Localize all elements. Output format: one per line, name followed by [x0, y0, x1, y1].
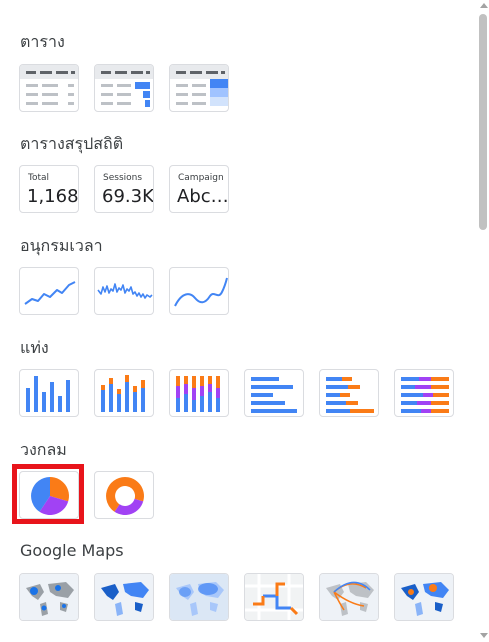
- bubble-map-tile[interactable]: [19, 573, 79, 621]
- heat-map-icon: [170, 574, 228, 620]
- connection-map-tile[interactable]: [319, 573, 379, 621]
- column-chart-tile[interactable]: [19, 369, 79, 417]
- donut-chart-tile[interactable]: [94, 471, 154, 519]
- column-chart-icon: [26, 376, 70, 412]
- scorecard-label: Total: [28, 173, 50, 183]
- table-heatmap-icon: [170, 65, 228, 106]
- scroll-up-arrow-icon[interactable]: [480, 3, 488, 8]
- scorecard-value: Abc…: [177, 186, 229, 207]
- table-heatmap-tile[interactable]: [169, 64, 229, 112]
- chart-picker-panel: ตาราง ตารางสรุปสถิติ Total 1,168 Session…: [0, 0, 474, 642]
- stacked-bar-tile[interactable]: [319, 369, 379, 417]
- 100-stacked-bar-tile[interactable]: [394, 369, 454, 417]
- scroll-down-arrow-icon[interactable]: [480, 633, 488, 638]
- percent-stacked-bar-icon: [401, 377, 449, 413]
- combo-map-tile[interactable]: [394, 573, 454, 621]
- stacked-bar-icon: [326, 377, 374, 413]
- donut-chart-icon: [106, 477, 144, 515]
- filled-map-icon: [95, 574, 153, 620]
- table-with-bars-tile[interactable]: [94, 64, 154, 112]
- table-tile[interactable]: [19, 64, 79, 112]
- sparkline-icon: [97, 283, 153, 299]
- scorecard-label: Campaign: [178, 173, 224, 183]
- pie-chart-tile[interactable]: [19, 471, 79, 519]
- connection-map-icon: [320, 574, 378, 620]
- section-title-timeseries: อนุกรมเวลา: [20, 236, 103, 255]
- pie-chart-icon: [31, 477, 69, 515]
- scorecard-tile-total[interactable]: Total 1,168: [19, 165, 79, 213]
- table-bars-icon: [95, 65, 153, 107]
- horizontal-bar-icon: [251, 377, 297, 413]
- scorecard-value: 69.3K: [102, 186, 154, 207]
- sparkline-tile[interactable]: [94, 267, 154, 315]
- stacked-column-icon: [101, 375, 145, 412]
- heatmap-map-tile[interactable]: [169, 573, 229, 621]
- percent-stacked-column-icon: [176, 376, 220, 412]
- combo-map-icon: [395, 574, 453, 620]
- smoothed-line-tile[interactable]: [169, 267, 229, 315]
- line-map-tile[interactable]: [244, 573, 304, 621]
- bar-chart-tile[interactable]: [244, 369, 304, 417]
- filled-map-tile[interactable]: [94, 573, 154, 621]
- scrollbar-thumb[interactable]: [479, 14, 487, 230]
- section-title-geo: Google Maps: [20, 541, 124, 560]
- table-icon: [20, 65, 78, 105]
- scorecard-value: 1,168: [27, 186, 79, 207]
- timeseries-tile[interactable]: [19, 267, 79, 315]
- scorecard-tile-campaign[interactable]: Campaign Abc…: [169, 165, 229, 213]
- stacked-column-tile[interactable]: [94, 369, 154, 417]
- smooth-line-icon: [174, 277, 228, 307]
- line-chart-icon: [24, 281, 76, 305]
- section-title-table: ตาราง: [20, 32, 65, 51]
- scorecard-tile-sessions[interactable]: Sessions 69.3K: [94, 165, 154, 213]
- section-title-bar: แท่ง: [20, 338, 49, 357]
- 100-stacked-column-tile[interactable]: [169, 369, 229, 417]
- section-title-pie: วงกลม: [20, 440, 67, 459]
- scorecard-label: Sessions: [103, 173, 143, 183]
- section-title-scorecard: ตารางสรุปสถิติ: [20, 134, 124, 153]
- route-map-icon: [245, 574, 303, 620]
- bubble-map-icon: [20, 574, 78, 620]
